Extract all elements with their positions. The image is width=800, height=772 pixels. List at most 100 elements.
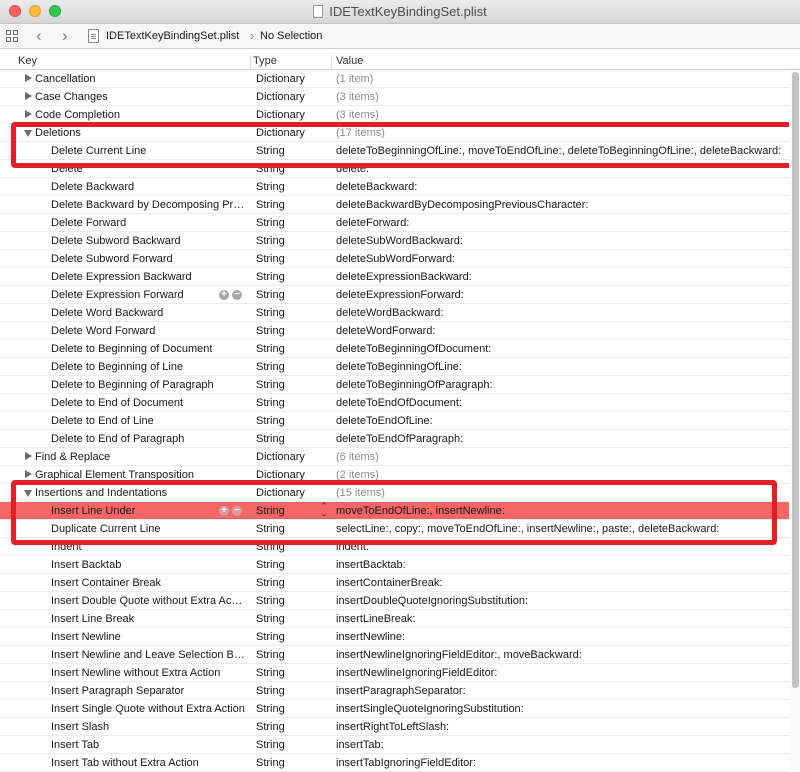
row-value[interactable]: insertBacktab: — [336, 558, 406, 572]
string-row[interactable]: Insert Line Break String insertLineBreak: — [0, 610, 800, 628]
chevron-right-icon[interactable]: › — [62, 26, 68, 46]
string-row[interactable]: Delete Subword Forward String deleteSubWor… — [0, 250, 800, 268]
row-value[interactable]: insertRightToLeftSlash: — [336, 720, 449, 734]
scrollbar-thumb[interactable] — [792, 72, 799, 688]
row-value[interactable]: insertNewline: — [336, 630, 405, 644]
row-value[interactable]: insertDoubleQuoteIgnoringSubstitution: — [336, 594, 528, 608]
row-type[interactable]: String — [256, 216, 285, 230]
row-value[interactable]: deleteToEndOfDocument: — [336, 396, 462, 410]
row-type[interactable]: String — [256, 612, 285, 626]
row-value[interactable]: insertTab: — [336, 738, 384, 752]
row-type[interactable]: String — [256, 684, 285, 698]
plus-icon[interactable]: + — [219, 290, 229, 300]
string-row[interactable]: Insert Container Break String insertContai… — [0, 574, 800, 592]
minus-icon[interactable]: − — [232, 506, 242, 516]
row-type[interactable]: String — [256, 180, 285, 194]
row-type[interactable]: String — [256, 378, 285, 392]
dictionary-row[interactable]: Case Changes Dictionary (3 items) — [0, 88, 800, 106]
string-row[interactable]: Insert Newline without Extra Action Strin… — [0, 664, 800, 682]
row-type[interactable]: String — [256, 396, 285, 410]
string-row[interactable]: Delete String delete: — [0, 160, 800, 178]
dictionary-row[interactable]: Find & Replace Dictionary (6 items) — [0, 448, 800, 466]
breadcrumb-file[interactable]: IDETextKeyBindingSet.plist — [106, 30, 239, 42]
row-type[interactable]: String — [256, 414, 285, 428]
row-type[interactable]: Dictionary — [256, 108, 305, 122]
row-type[interactable]: String — [256, 666, 285, 680]
row-type[interactable]: String — [256, 270, 285, 284]
string-row[interactable]: Delete Expression Backward String deleteEx… — [0, 268, 800, 286]
row-value[interactable]: deleteToBeginningOfLine: — [336, 360, 462, 374]
row-value[interactable]: selectLine:, copy:, moveToEndOfLine:, in… — [336, 522, 719, 536]
row-value[interactable]: deleteToEndOfLine: — [336, 414, 433, 428]
row-type[interactable]: String — [256, 594, 285, 608]
disclosure-triangle-icon[interactable] — [25, 470, 32, 478]
string-row[interactable]: Delete Current Line String deleteToBeginni… — [0, 142, 800, 160]
row-value[interactable]: insertContainerBreak: — [336, 576, 442, 590]
row-value[interactable]: insertSingleQuoteIgnoringSubstitution: — [336, 702, 524, 716]
disclosure-triangle-icon[interactable] — [25, 110, 32, 118]
disclosure-triangle-icon[interactable] — [25, 74, 32, 82]
row-value[interactable]: insertTabIgnoringFieldEditor: — [336, 756, 476, 770]
row-type[interactable]: String — [256, 324, 285, 338]
string-row[interactable]: Delete to End of Document String deleteToE… — [0, 394, 800, 412]
dictionary-row[interactable]: Code Completion Dictionary (3 items) — [0, 106, 800, 124]
string-row[interactable]: Delete to End of Line String deleteToEndOf… — [0, 412, 800, 430]
row-type[interactable]: String — [256, 648, 285, 662]
row-value[interactable]: deleteExpressionBackward: — [336, 270, 472, 284]
string-row[interactable]: Delete to Beginning of Paragraph String de… — [0, 376, 800, 394]
string-row[interactable]: Delete to Beginning of Document String del… — [0, 340, 800, 358]
row-type[interactable]: String — [256, 504, 285, 518]
row-type[interactable]: String — [256, 234, 285, 248]
row-value[interactable]: moveToEndOfLine:, insertNewline: — [336, 504, 505, 518]
string-row[interactable]: Delete Word Backward String deleteWordBack… — [0, 304, 800, 322]
disclosure-triangle-icon[interactable] — [25, 452, 32, 460]
row-value[interactable]: deleteToEndOfParagraph: — [336, 432, 463, 446]
row-value[interactable]: deleteExpressionForward: — [336, 288, 464, 302]
row-type[interactable]: String — [256, 630, 285, 644]
row-type[interactable]: Dictionary — [256, 72, 305, 86]
row-type[interactable]: String — [256, 738, 285, 752]
string-row[interactable]: Insert Double Quote without Extra Action… — [0, 592, 800, 610]
string-row[interactable]: Insert Tab String insertTab: — [0, 736, 800, 754]
grid-icon[interactable] — [6, 30, 19, 43]
chevron-left-icon[interactable]: ‹ — [36, 26, 42, 46]
string-row[interactable]: Delete to End of Paragraph String deleteTo… — [0, 430, 800, 448]
disclosure-triangle-icon[interactable] — [24, 490, 32, 497]
row-value[interactable]: insertLineBreak: — [336, 612, 416, 626]
row-type[interactable]: String — [256, 756, 285, 770]
disclosure-triangle-icon[interactable] — [25, 92, 32, 100]
row-type[interactable]: String — [256, 144, 285, 158]
row-type[interactable]: String — [256, 702, 285, 716]
row-type[interactable]: String — [256, 720, 285, 734]
string-row[interactable]: Insert Paragraph Separator String insertPa… — [0, 682, 800, 700]
string-row[interactable]: Delete to Beginning of Line String deleteT… — [0, 358, 800, 376]
row-type[interactable]: Dictionary — [256, 450, 305, 464]
dictionary-row[interactable]: Deletions Dictionary (17 items) — [0, 124, 800, 142]
row-type[interactable]: String — [256, 540, 285, 554]
row-value[interactable]: indent: — [336, 540, 369, 554]
row-value[interactable]: deleteForward: — [336, 216, 409, 230]
row-value[interactable]: insertNewlineIgnoringFieldEditor: — [336, 666, 497, 680]
string-row[interactable]: Delete Backward String deleteBackward: — [0, 178, 800, 196]
column-header-key[interactable]: Key — [18, 55, 37, 67]
row-value[interactable]: deleteWordBackward: — [336, 306, 443, 320]
row-type[interactable]: String — [256, 288, 285, 302]
string-row[interactable]: Insert Single Quote without Extra Action… — [0, 700, 800, 718]
string-row[interactable]: Duplicate Current Line String selectLine:,… — [0, 520, 800, 538]
row-type[interactable]: String — [256, 360, 285, 374]
disclosure-triangle-icon[interactable] — [24, 130, 32, 137]
column-header-type[interactable]: Type — [253, 55, 277, 67]
column-divider[interactable] — [331, 55, 332, 69]
row-type[interactable]: String — [256, 576, 285, 590]
row-type[interactable]: String — [256, 198, 285, 212]
row-type[interactable]: String — [256, 162, 285, 176]
row-type[interactable]: Dictionary — [256, 126, 305, 140]
string-row[interactable]: Insert Tab without Extra Action String ins… — [0, 754, 800, 772]
string-row[interactable]: Delete Expression Forward + − String deleteE… — [0, 286, 800, 304]
column-divider[interactable] — [250, 55, 251, 69]
string-row[interactable]: Insert Newline String insertNewline: — [0, 628, 800, 646]
row-value[interactable]: delete: — [336, 162, 369, 176]
row-value[interactable]: deleteBackwardByDecomposingPreviousChara… — [336, 198, 589, 212]
string-row[interactable]: Delete Backward by Decomposing Previous … — [0, 196, 800, 214]
string-row[interactable]: Indent String indent: — [0, 538, 800, 556]
